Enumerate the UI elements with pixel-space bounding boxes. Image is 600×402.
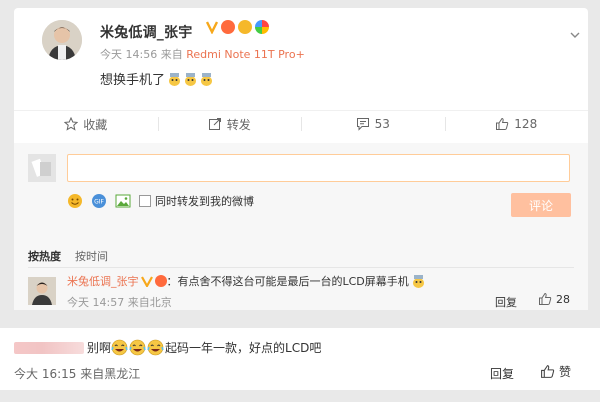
gif-icon[interactable]: GIF (91, 193, 107, 209)
bottom-comment-text-end: 起码一年一款，好点的LCD吧 (165, 341, 322, 355)
favorite-button[interactable]: 收藏 (14, 113, 158, 135)
commenter-avatar[interactable] (28, 277, 56, 305)
bottom-comment-text-start: 别啊 (87, 341, 112, 355)
favorite-label: 收藏 (83, 117, 108, 132)
comment-body: 米兔低调_张宇 ： 有点舍不得这台可能是最后一台的LCD屏幕手机 (67, 273, 425, 289)
sort-by-time-tab[interactable]: 按时间 (75, 248, 108, 264)
author-avatar[interactable] (42, 20, 82, 60)
verified-v-icon (206, 21, 218, 34)
crying-emoji-icon (169, 72, 181, 86)
svg-text:GIF: GIF (94, 199, 104, 206)
sort-by-hot-tab[interactable]: 按热度 (28, 248, 61, 264)
redacted-username (14, 342, 84, 354)
crying-emoji-icon (185, 72, 197, 86)
bottom-comment-reply-button[interactable]: 回复 (490, 365, 514, 382)
bottom-comment-body: 别啊 起码一年一款，好点的LCD吧 (87, 339, 321, 356)
bottom-comment-like-button[interactable]: 赞 (540, 363, 571, 380)
bottom-comment-like-label: 赞 (559, 365, 572, 379)
crying-emoji-icon (201, 72, 213, 86)
balloon-badge-icon (255, 20, 269, 34)
composer-tools: GIF 同时转发到我的微博 (67, 193, 254, 209)
comment-reply-button[interactable]: 回复 (495, 294, 517, 310)
comment-sort-tabs: 按热度 按时间 (28, 248, 108, 264)
submit-comment-button[interactable]: 评论 (511, 193, 571, 217)
author-name[interactable]: 米兔低调_张宇 (100, 22, 192, 42)
chevron-down-icon[interactable] (570, 30, 580, 40)
image-icon[interactable] (115, 193, 131, 209)
bottom-comment: 别啊 起码一年一款，好点的LCD吧 今大 16:15 来自黑龙江 回复 赞 (0, 328, 600, 390)
post-content: 想换手机了 (100, 69, 213, 88)
laughing-emoji-icon (147, 339, 164, 356)
post-source-prefix: 来自 (160, 48, 183, 61)
comment-text: 有点舍不得这台可能是最后一台的LCD屏幕手机 (177, 275, 409, 288)
repost-button[interactable]: 转发 (157, 113, 302, 135)
repost-checkbox-label[interactable]: 同时转发到我的微博 (155, 193, 254, 209)
comment-input[interactable] (67, 154, 570, 182)
thumbs-up-icon (539, 292, 552, 305)
like-button[interactable]: 128 (444, 113, 589, 135)
comment-like-count: 28 (556, 292, 570, 306)
post-text: 想换手机了 (100, 73, 166, 88)
post-time: 今天 14:56 (100, 48, 158, 61)
post-device[interactable]: Redmi Note 11T Pro+ (186, 48, 305, 61)
emoji-icon[interactable] (67, 193, 83, 209)
repost-label: 转发 (226, 117, 251, 132)
commenter-name[interactable]: 米兔低调_张宇 (67, 273, 139, 289)
laughing-emoji-icon (129, 339, 146, 356)
comment-time: 今天 14:57 来自北京 (67, 296, 172, 309)
divider (28, 267, 574, 268)
sunflower-badge-icon (238, 20, 252, 34)
repost-checkbox[interactable] (139, 195, 151, 207)
crown-badge-icon (221, 20, 235, 34)
verified-v-icon (140, 276, 153, 287)
current-user-avatar (28, 154, 56, 182)
comment-count: 53 (374, 117, 390, 131)
comment-icon (356, 118, 369, 131)
thumbs-up-icon (541, 365, 555, 378)
star-icon (64, 117, 79, 131)
crown-badge-icon (154, 275, 167, 287)
like-count: 128 (514, 117, 538, 131)
laughing-emoji-icon (111, 339, 128, 356)
crying-emoji-icon (412, 275, 424, 288)
thumbs-up-icon (496, 117, 509, 130)
comment-like-button[interactable]: 28 (538, 292, 570, 306)
post-action-bar: 收藏 转发 53 128 (14, 110, 588, 137)
comment-button[interactable]: 53 (301, 113, 445, 135)
comment-separator: ： (166, 275, 178, 288)
author-badges (206, 20, 269, 34)
post-meta: 今天 14:56 来自 Redmi Note 11T Pro+ (100, 46, 305, 62)
bottom-comment-time: 今大 16:15 来自黑龙江 (14, 367, 141, 381)
comment-panel: GIF 同时转发到我的微博 评论 按热度 按时间 米兔低调_张宇 ： 有点舍不得… (14, 143, 588, 310)
repost-icon (208, 118, 221, 130)
